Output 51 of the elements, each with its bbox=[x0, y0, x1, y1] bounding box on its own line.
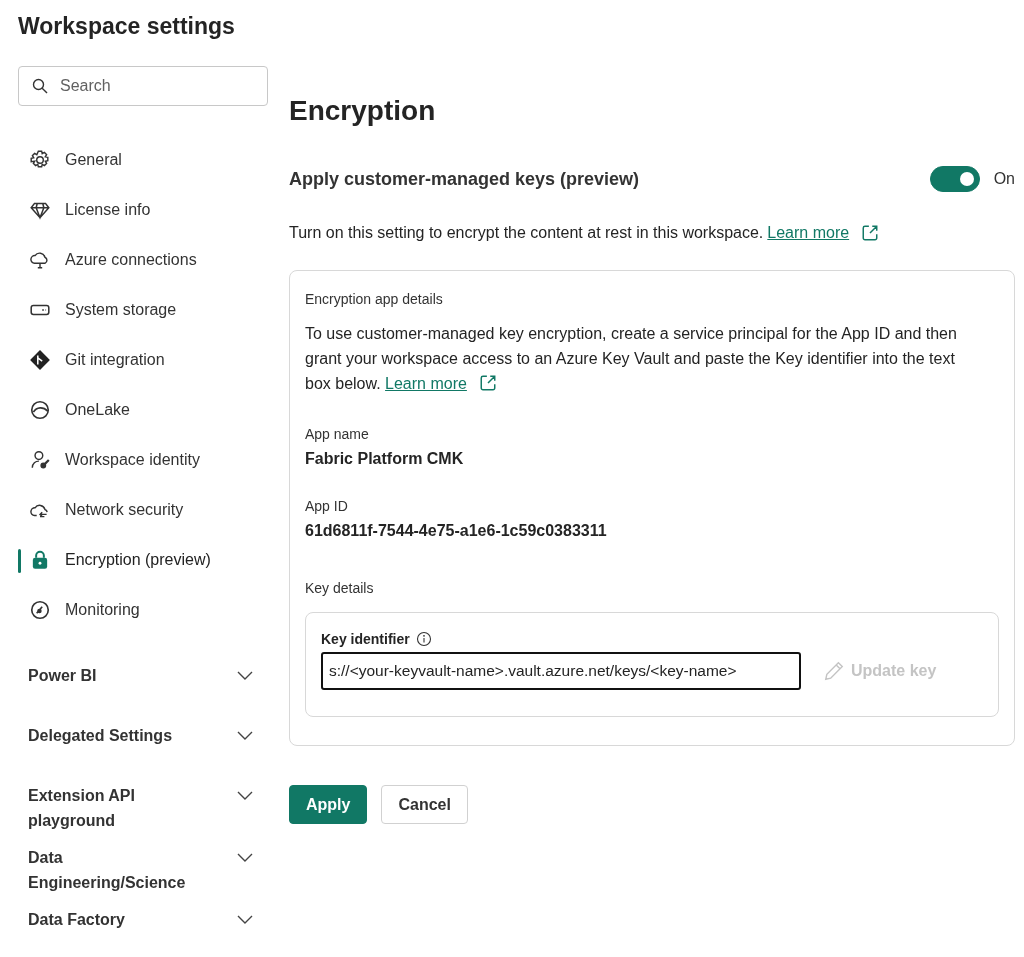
card-text: To use customer-managed key encryption, create a service principal for the App ID and then grant your workspace access to an Azure Key Vault and paste the Key identifier into the text box below. Learn more bbox=[305, 324, 958, 394]
page-heading: Encryption bbox=[289, 95, 437, 128]
section-header[interactable]: Data Factory bbox=[18, 907, 253, 955]
section-header[interactable]: Power BI bbox=[18, 663, 253, 711]
external-link-icon bbox=[861, 224, 880, 242]
description-text: Turn on this setting to encrypt the content at rest in this workspace. bbox=[289, 224, 764, 242]
info-icon[interactable] bbox=[415, 631, 432, 647]
nav-item[interactable]: System storage bbox=[18, 285, 289, 335]
section-header[interactable]: Data Engineering/Science bbox=[18, 845, 253, 895]
field-label: App name bbox=[305, 426, 370, 442]
nav-item[interactable]: License info bbox=[18, 185, 289, 235]
git-icon bbox=[29, 349, 51, 371]
nav-item[interactable]: Workspace identity bbox=[18, 435, 289, 485]
nav-item[interactable]: Monitoring bbox=[18, 585, 289, 635]
cloud-icon bbox=[29, 249, 51, 271]
toggle-switch[interactable] bbox=[929, 166, 980, 192]
section-header[interactable]: Delegated Settings bbox=[18, 723, 253, 771]
card-title: Encryption app details bbox=[305, 291, 444, 307]
chevron-icon bbox=[237, 731, 253, 741]
chevron-icon bbox=[237, 791, 253, 801]
section-header[interactable]: Extension API playground bbox=[18, 783, 253, 833]
search-icon bbox=[32, 78, 48, 94]
pencil-icon bbox=[823, 660, 845, 682]
chevron-icon bbox=[237, 853, 253, 863]
lake-icon bbox=[29, 399, 51, 421]
external-link-icon bbox=[478, 374, 497, 392]
toggle-state: On bbox=[993, 170, 1015, 188]
learn-more-link[interactable]: Learn more bbox=[767, 224, 850, 242]
nav-item[interactable]: Network security bbox=[18, 485, 289, 535]
window-title: Workspace settings bbox=[18, 13, 236, 41]
section-label: Key details bbox=[305, 580, 375, 596]
setting-label: Apply customer-managed keys (preview) bbox=[289, 168, 640, 190]
chevron-icon bbox=[237, 671, 253, 681]
chevron-icon bbox=[237, 915, 253, 925]
gauge-icon bbox=[29, 599, 51, 621]
field-label: Key identifier bbox=[321, 631, 410, 647]
apply-button[interactable]: Apply bbox=[289, 785, 368, 824]
search-field[interactable]: Search bbox=[18, 66, 268, 106]
field-label: App ID bbox=[305, 498, 349, 514]
learn-more-link[interactable]: Learn more bbox=[385, 375, 497, 392]
nav-item[interactable]: Git integration bbox=[18, 335, 289, 385]
gear-icon bbox=[29, 149, 51, 171]
cancel-button[interactable]: Cancel bbox=[381, 785, 468, 824]
field-value: 61d6811f-7544-4e75-a1e6-1c59c0383311 bbox=[305, 522, 608, 540]
nav-item[interactable]: OneLake bbox=[18, 385, 289, 435]
nav-item[interactable]: Encryption (preview) bbox=[18, 535, 289, 585]
person-key-icon bbox=[29, 449, 51, 471]
nav-item[interactable]: General bbox=[18, 135, 289, 185]
field-value: Fabric Platform CMK bbox=[305, 450, 465, 468]
nav-item[interactable]: Azure connections bbox=[18, 235, 289, 285]
key-identifier-input[interactable]: s://<your-keyvault-name>.vault.azure.net/keys/<key-name> bbox=[321, 652, 801, 690]
